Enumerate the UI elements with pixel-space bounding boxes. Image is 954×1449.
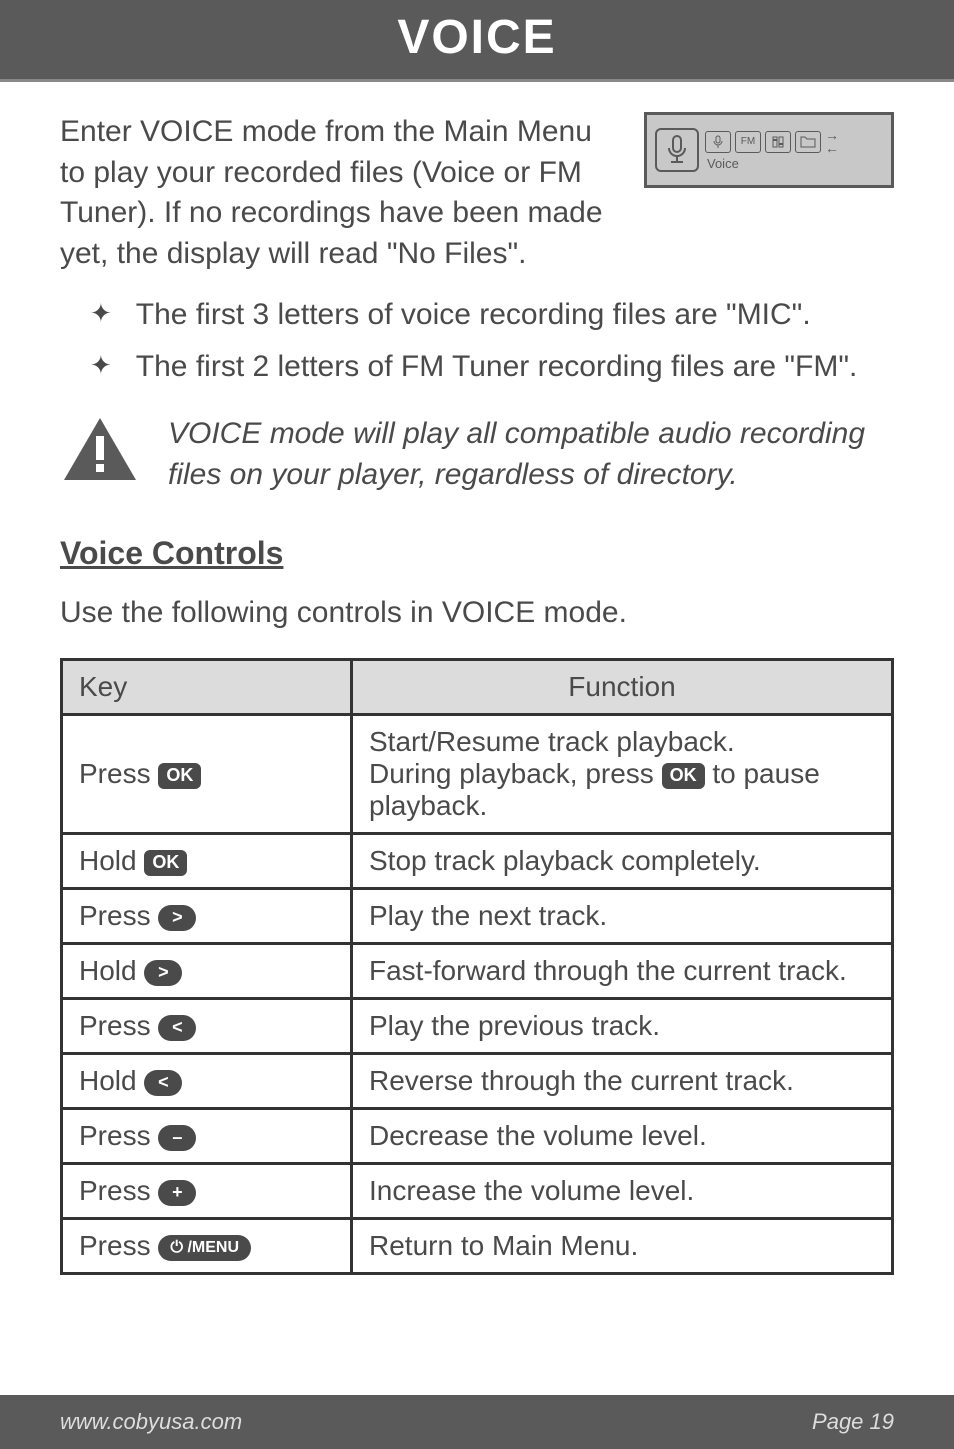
key-badge: < — [158, 1015, 196, 1041]
key-action: Press — [79, 1010, 158, 1041]
function-cell: Start/Resume track playback.During playb… — [352, 715, 893, 834]
screen-right-col: FM →← Voice — [705, 129, 883, 171]
key-cell: Press < — [62, 999, 352, 1054]
function-cell: Reverse through the current track. — [352, 1054, 893, 1109]
key-cell: Press ⏻ /MENU — [62, 1219, 352, 1274]
key-badge: OK — [144, 850, 187, 876]
section-title: Voice Controls — [60, 535, 894, 572]
key-badge: + — [158, 1180, 196, 1206]
function-cell: Play the next track. — [352, 889, 893, 944]
bullet-text: The first 3 letters of voice recording f… — [136, 298, 811, 332]
bullet-item: ✦ The first 2 letters of FM Tuner record… — [90, 350, 894, 384]
fm-small-icon: FM — [735, 131, 761, 153]
controls-table: Key Function Press OKStart/Resume track … — [60, 658, 894, 1275]
function-cell: Decrease the volume level. — [352, 1109, 893, 1164]
table-row: Press >Play the next track. — [62, 889, 893, 944]
key-action: Press — [79, 758, 158, 789]
page-header: VOICE — [0, 0, 954, 82]
key-action: Press — [79, 900, 158, 931]
folder-small-icon — [795, 131, 821, 153]
bullet-list: ✦ The first 3 letters of voice recording… — [90, 298, 894, 384]
function-cell: Fast-forward through the current track. — [352, 944, 893, 999]
th-key: Key — [62, 660, 352, 715]
function-cell: Play the previous track. — [352, 999, 893, 1054]
arrows-icon: →← — [825, 129, 839, 154]
table-row: Press –Decrease the volume level. — [62, 1109, 893, 1164]
content-area: Enter VOICE mode from the Main Menu to p… — [0, 82, 954, 1275]
section-subtitle: Use the following controls in VOICE mode… — [60, 596, 894, 630]
table-row: Hold <Reverse through the current track. — [62, 1054, 893, 1109]
table-row: Press OKStart/Resume track playback.Duri… — [62, 715, 893, 834]
star-icon: ✦ — [90, 298, 112, 332]
table-row: Hold OKStop track playback completely. — [62, 834, 893, 889]
key-cell: Hold > — [62, 944, 352, 999]
mic-icon — [663, 134, 691, 166]
key-cell: Press OK — [62, 715, 352, 834]
key-cell: Hold OK — [62, 834, 352, 889]
table-row: Press +Increase the volume level. — [62, 1164, 893, 1219]
inline-key-badge: OK — [662, 763, 705, 789]
header-title: VOICE — [397, 11, 556, 64]
star-icon: ✦ — [90, 350, 112, 384]
settings-small-icon — [765, 131, 791, 153]
key-action: Press — [79, 1175, 158, 1206]
th-function: Function — [352, 660, 893, 715]
key-cell: Hold < — [62, 1054, 352, 1109]
bullet-text: The first 2 letters of FM Tuner recordin… — [136, 350, 858, 384]
key-action: Hold — [79, 1065, 144, 1096]
device-screen-mock: FM →← Voice — [644, 112, 894, 188]
voice-main-icon — [655, 128, 699, 172]
table-row: Hold >Fast-forward through the current t… — [62, 944, 893, 999]
key-badge: – — [158, 1125, 196, 1151]
warning-icon — [60, 414, 140, 484]
screen-label: Voice — [707, 156, 883, 171]
key-cell: Press + — [62, 1164, 352, 1219]
mic-small-icon — [705, 131, 731, 153]
table-row: Press ⏻ /MENUReturn to Main Menu. — [62, 1219, 893, 1274]
note-row: VOICE mode will play all compatible audi… — [60, 414, 894, 495]
function-cell: Stop track playback completely. — [352, 834, 893, 889]
key-badge: > — [158, 905, 196, 931]
key-cell: Press > — [62, 889, 352, 944]
key-badge: < — [144, 1070, 182, 1096]
intro-row: Enter VOICE mode from the Main Menu to p… — [60, 112, 894, 274]
key-badge: ⏻ /MENU — [158, 1235, 251, 1261]
key-action: Press — [79, 1120, 158, 1151]
table-row: Press <Play the previous track. — [62, 999, 893, 1054]
key-cell: Press – — [62, 1109, 352, 1164]
intro-text: Enter VOICE mode from the Main Menu to p… — [60, 112, 624, 274]
key-badge: > — [144, 960, 182, 986]
key-action: Press — [79, 1230, 158, 1261]
page-footer: www.cobyusa.com Page 19 — [0, 1395, 954, 1449]
footer-page: Page 19 — [812, 1409, 894, 1435]
key-badge: OK — [158, 763, 201, 789]
function-cell: Return to Main Menu. — [352, 1219, 893, 1274]
note-text: VOICE mode will play all compatible audi… — [168, 414, 894, 495]
key-action: Hold — [79, 845, 144, 876]
key-action: Hold — [79, 955, 144, 986]
bullet-item: ✦ The first 3 letters of voice recording… — [90, 298, 894, 332]
footer-url: www.cobyusa.com — [60, 1409, 242, 1435]
function-cell: Increase the volume level. — [352, 1164, 893, 1219]
screen-icons-row: FM →← — [705, 129, 883, 154]
